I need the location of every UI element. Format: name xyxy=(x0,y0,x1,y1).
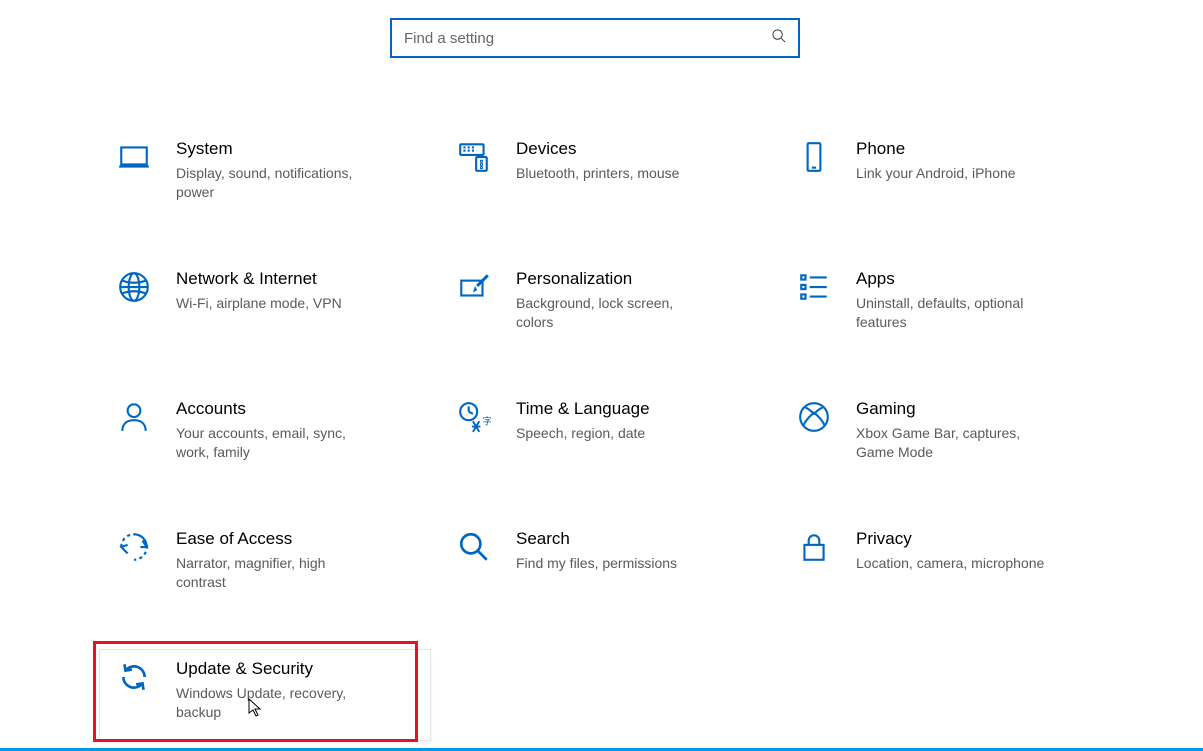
tile-title: Network & Internet xyxy=(176,268,342,290)
tile-system[interactable]: System Display, sound, notifications, po… xyxy=(100,130,430,220)
tile-title: Search xyxy=(516,528,677,550)
tile-personalization[interactable]: Personalization Background, lock screen,… xyxy=(440,260,770,350)
tile-subtitle: Find my files, permissions xyxy=(516,554,677,573)
lock-icon xyxy=(790,528,838,564)
tile-subtitle: Wi-Fi, airplane mode, VPN xyxy=(176,294,342,313)
time-language-icon: 字 xyxy=(450,398,498,434)
tile-title: Ease of Access xyxy=(176,528,368,550)
tile-devices[interactable]: Devices Bluetooth, printers, mouse xyxy=(440,130,770,220)
tile-subtitle: Uninstall, defaults, optional features xyxy=(856,294,1048,332)
person-icon xyxy=(110,398,158,434)
paintbrush-icon xyxy=(450,268,498,304)
tile-search[interactable]: Search Find my files, permissions xyxy=(440,520,770,610)
tile-subtitle: Windows Update, recovery, backup xyxy=(176,684,368,722)
tile-subtitle: Your accounts, email, sync, work, family xyxy=(176,424,368,462)
ease-of-access-icon xyxy=(110,528,158,564)
tile-title: System xyxy=(176,138,368,160)
tile-title: Update & Security xyxy=(176,658,368,680)
tile-subtitle: Speech, region, date xyxy=(516,424,650,443)
system-icon xyxy=(110,138,158,174)
magnifier-icon xyxy=(450,528,498,564)
tile-time-language[interactable]: 字 Time & Language Speech, region, date xyxy=(440,390,770,480)
tile-subtitle: Bluetooth, printers, mouse xyxy=(516,164,679,183)
tile-subtitle: Background, lock screen, colors xyxy=(516,294,708,332)
xbox-icon xyxy=(790,398,838,434)
tile-accounts[interactable]: Accounts Your accounts, email, sync, wor… xyxy=(100,390,430,480)
tile-subtitle: Link your Android, iPhone xyxy=(856,164,1016,183)
tile-title: Personalization xyxy=(516,268,708,290)
tile-update-security[interactable]: Update & Security Windows Update, recove… xyxy=(100,650,430,740)
phone-icon xyxy=(790,138,838,174)
search-icon xyxy=(771,28,786,48)
update-icon xyxy=(110,658,158,694)
apps-icon xyxy=(790,268,838,304)
tile-subtitle: Display, sound, notifications, power xyxy=(176,164,368,202)
tile-subtitle: Narrator, magnifier, high contrast xyxy=(176,554,368,592)
tile-title: Time & Language xyxy=(516,398,650,420)
svg-text:字: 字 xyxy=(483,415,492,427)
settings-grid: System Display, sound, notifications, po… xyxy=(100,130,1110,740)
search-input[interactable] xyxy=(392,20,798,56)
tile-title: Gaming xyxy=(856,398,1048,420)
tile-title: Privacy xyxy=(856,528,1044,550)
tile-network[interactable]: Network & Internet Wi-Fi, airplane mode,… xyxy=(100,260,430,350)
tile-gaming[interactable]: Gaming Xbox Game Bar, captures, Game Mod… xyxy=(780,390,1110,480)
tile-title: Devices xyxy=(516,138,679,160)
tile-ease-of-access[interactable]: Ease of Access Narrator, magnifier, high… xyxy=(100,520,430,610)
tile-title: Apps xyxy=(856,268,1048,290)
tile-phone[interactable]: Phone Link your Android, iPhone xyxy=(780,130,1110,220)
tile-title: Accounts xyxy=(176,398,368,420)
tile-privacy[interactable]: Privacy Location, camera, microphone xyxy=(780,520,1110,610)
tile-apps[interactable]: Apps Uninstall, defaults, optional featu… xyxy=(780,260,1110,350)
tile-subtitle: Location, camera, microphone xyxy=(856,554,1044,573)
search-box[interactable] xyxy=(390,18,800,58)
tile-subtitle: Xbox Game Bar, captures, Game Mode xyxy=(856,424,1048,462)
tile-title: Phone xyxy=(856,138,1016,160)
globe-icon xyxy=(110,268,158,304)
devices-icon xyxy=(450,138,498,174)
